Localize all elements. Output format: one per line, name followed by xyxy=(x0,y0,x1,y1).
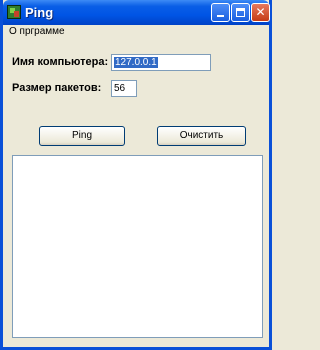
app-icon xyxy=(7,5,21,19)
host-input-value: 127.0.0.1 xyxy=(114,57,158,68)
maximize-icon xyxy=(236,8,245,17)
host-input[interactable]: 127.0.0.1 xyxy=(111,54,211,71)
menu-bar: О прграмме xyxy=(3,25,269,40)
minimize-icon xyxy=(217,15,224,17)
app-window: Ping ✕ О прграмме Имя компьютера: 127.0.… xyxy=(0,0,272,350)
window-title: Ping xyxy=(25,5,54,20)
packet-size-label: Размер пакетов: xyxy=(12,82,102,94)
menu-item-about[interactable]: О прграмме xyxy=(9,26,65,37)
host-label: Имя компьютера: xyxy=(12,56,109,68)
ping-button[interactable]: Ping xyxy=(39,126,125,146)
close-icon: ✕ xyxy=(255,5,266,19)
output-textarea[interactable] xyxy=(12,155,263,338)
packet-size-value: 56 xyxy=(114,83,126,94)
close-button[interactable]: ✕ xyxy=(251,3,270,22)
maximize-button[interactable] xyxy=(231,3,250,22)
packet-size-input[interactable]: 56 xyxy=(111,80,137,97)
title-bar[interactable]: Ping ✕ xyxy=(3,0,270,25)
minimize-button[interactable] xyxy=(211,3,230,22)
clear-button[interactable]: Очистить xyxy=(157,126,246,146)
